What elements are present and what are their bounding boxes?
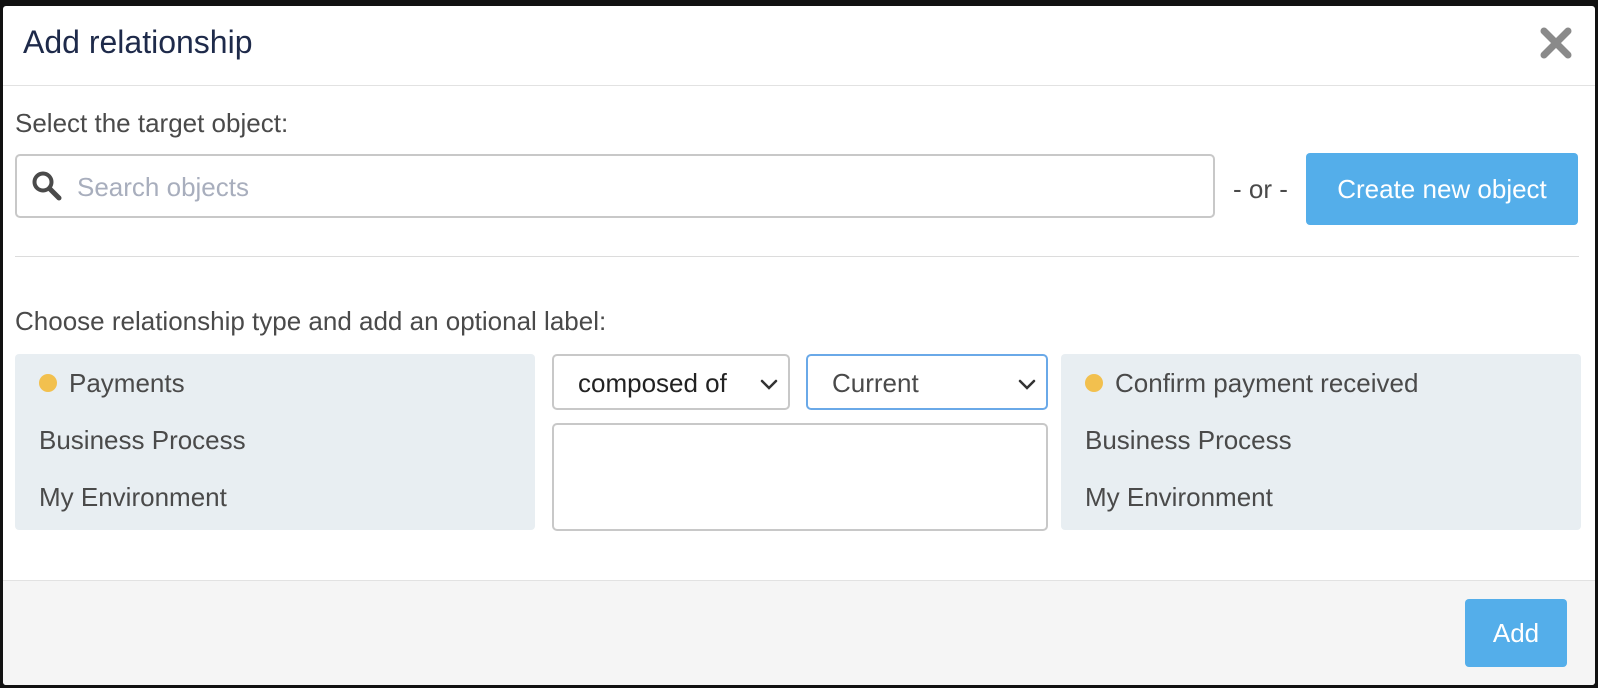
relationship-state-select[interactable]: Current: [806, 354, 1048, 410]
close-icon[interactable]: [1539, 26, 1573, 60]
source-object-name-row: Payments: [39, 368, 185, 399]
relationship-type-select[interactable]: composed of: [552, 354, 790, 410]
add-relationship-dialog: Add relationship Select the target objec…: [3, 6, 1595, 685]
source-object-environment: My Environment: [39, 482, 227, 512]
relationship-type-value: composed of: [578, 368, 727, 398]
add-button[interactable]: Add: [1465, 599, 1567, 667]
search-icon: [31, 170, 63, 207]
relationship-type-label: Choose relationship type and add an opti…: [15, 306, 607, 336]
target-object-name-row: Confirm payment received: [1085, 368, 1418, 399]
relationship-state-value: Current: [832, 368, 919, 398]
search-input[interactable]: [75, 164, 1199, 210]
section-divider: [15, 256, 1579, 257]
target-object-environment: My Environment: [1085, 482, 1273, 512]
source-object-name: Payments: [69, 368, 185, 398]
dialog-footer: Add: [3, 580, 1595, 685]
target-object-card: Confirm payment received Business Proces…: [1061, 354, 1581, 530]
create-new-object-button[interactable]: Create new object: [1306, 153, 1578, 225]
target-object-label: Select the target object:: [15, 108, 289, 138]
search-objects-field[interactable]: [15, 154, 1215, 218]
chevron-down-icon: [758, 372, 780, 403]
status-dot: [1085, 374, 1103, 393]
or-separator: - or -: [1233, 174, 1288, 204]
chevron-down-icon: [1016, 372, 1038, 403]
status-dot: [39, 374, 57, 393]
target-object-type: Business Process: [1085, 425, 1292, 455]
dialog-header: Add relationship: [3, 6, 1595, 86]
optional-label-textarea[interactable]: [552, 423, 1048, 531]
target-object-name: Confirm payment received: [1115, 368, 1419, 398]
source-object-card: Payments Business Process My Environment: [15, 354, 535, 530]
dialog-title: Add relationship: [23, 24, 253, 60]
source-object-type: Business Process: [39, 425, 246, 455]
